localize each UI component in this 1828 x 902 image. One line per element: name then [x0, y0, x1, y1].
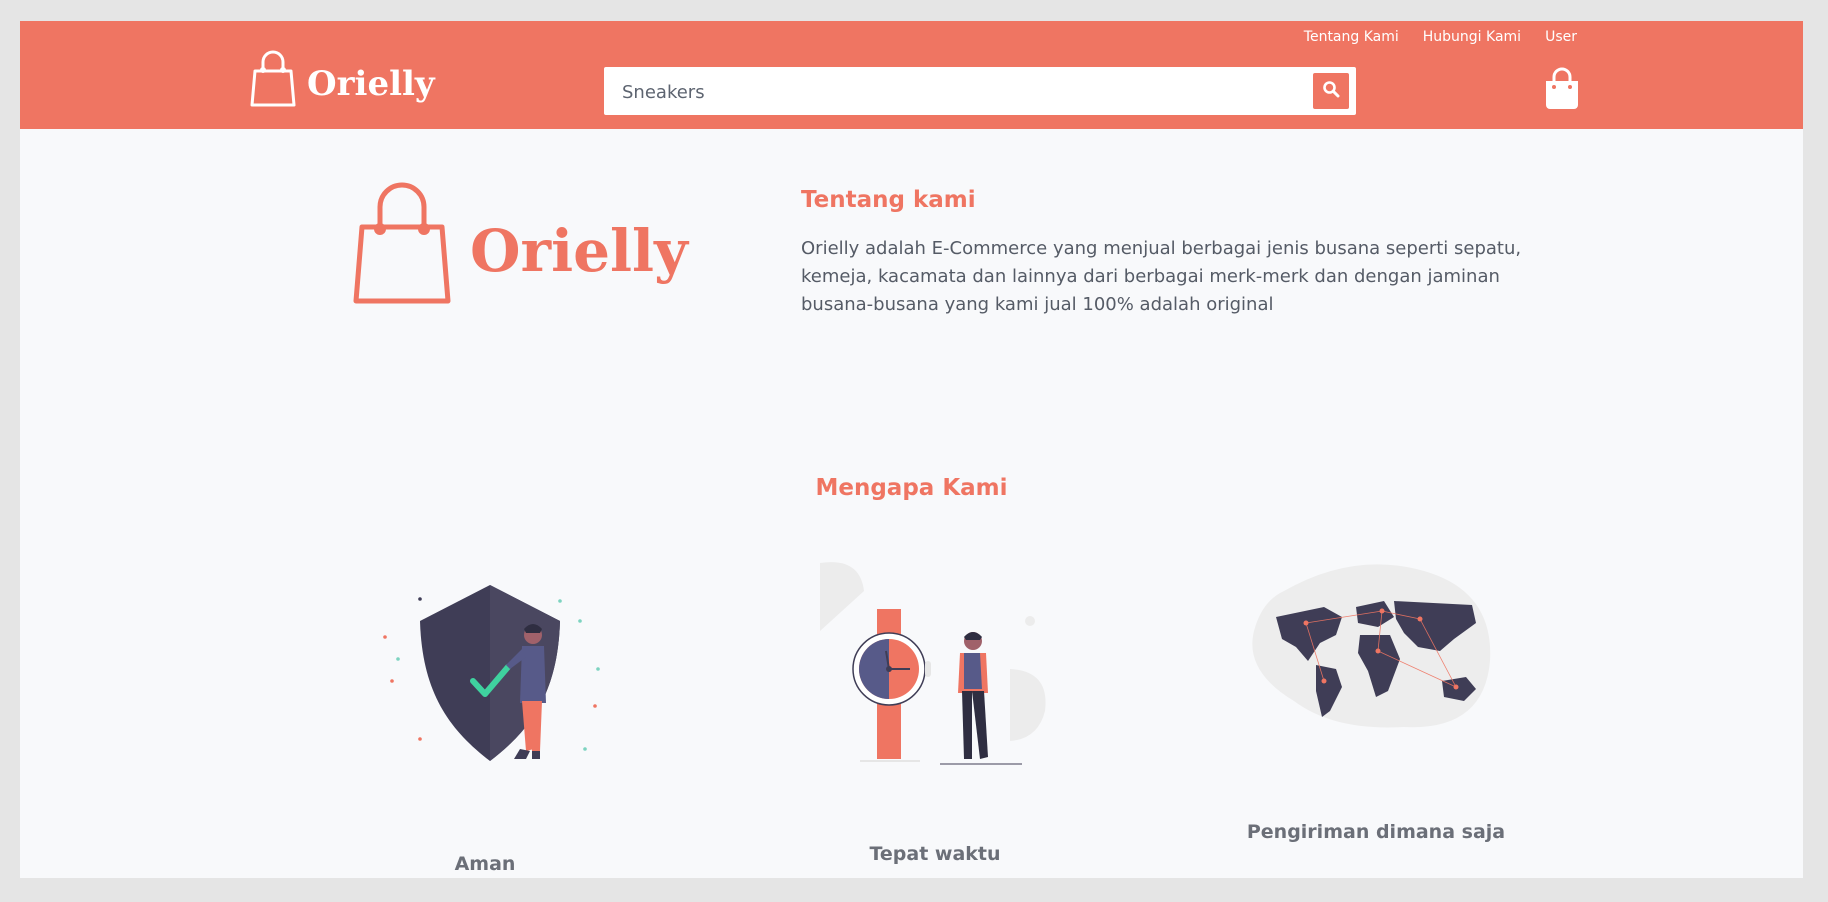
feature-label: Pengiriman dimana saja	[1246, 821, 1506, 843]
link-user[interactable]: User	[1545, 29, 1577, 45]
shopping-bag-icon	[350, 181, 454, 321]
page: Tentang Kami Hubungi Kami User Orielly S…	[20, 21, 1803, 878]
header: Tentang Kami Hubungi Kami User Orielly	[20, 21, 1803, 129]
top-links: Tentang Kami Hubungi Kami User	[1304, 29, 1577, 45]
why-us-title: Mengapa Kami	[815, 475, 1008, 501]
shopping-bag-icon	[249, 49, 297, 118]
search-button[interactable]	[1313, 73, 1349, 109]
feature-label: Tepat waktu	[869, 843, 1001, 865]
feature-ship-anywhere: Pengiriman dimana saja	[1244, 561, 1508, 861]
feature-on-time: Tepat waktu	[800, 561, 1070, 878]
search-icon	[1322, 80, 1340, 102]
watch-illustration	[820, 562, 1046, 765]
world-map-illustration	[1252, 564, 1491, 728]
link-tentang-kami[interactable]: Tentang Kami	[1304, 29, 1399, 45]
search-input[interactable]	[604, 67, 1324, 117]
about-logo-text: Orielly	[470, 217, 688, 285]
feature-secure: Aman	[350, 561, 620, 878]
about-title: Tentang kami	[801, 187, 976, 213]
search-bar	[604, 67, 1356, 117]
cart-button[interactable]	[1542, 67, 1582, 111]
brand-name: Orielly	[307, 63, 435, 104]
feature-label: Aman	[454, 853, 516, 875]
security-illustration	[383, 585, 600, 761]
about-logo: Orielly	[350, 181, 688, 321]
cart-icon	[1542, 67, 1582, 115]
brand-logo[interactable]: Orielly	[249, 49, 435, 118]
link-hubungi-kami[interactable]: Hubungi Kami	[1423, 29, 1521, 45]
about-description: Orielly adalah E-Commerce yang menjual b…	[801, 238, 1522, 315]
